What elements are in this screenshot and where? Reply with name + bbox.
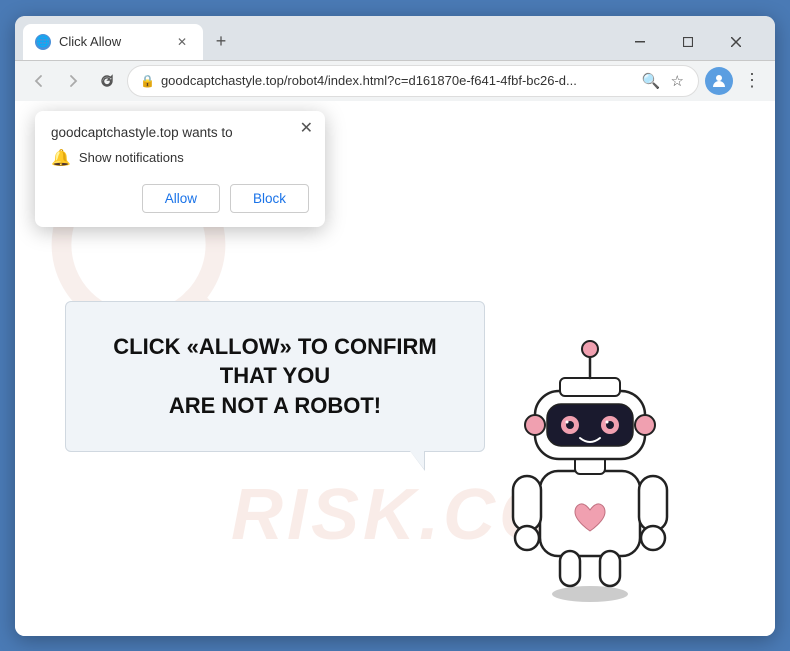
popup-notification-row: 🔔 Show notifications (51, 148, 309, 168)
new-tab-button[interactable]: + (207, 28, 235, 56)
notification-popup: ✕ goodcaptchastyle.top wants to 🔔 Show n… (35, 111, 325, 227)
popup-close-button[interactable]: ✕ (300, 121, 313, 137)
bell-icon: 🔔 (51, 148, 71, 168)
address-right-icons: 🔍 ☆ (640, 70, 686, 92)
profile-button[interactable] (705, 67, 733, 95)
address-box[interactable]: 🔒 goodcaptchastyle.top/robot4/index.html… (127, 65, 699, 97)
window-controls (617, 28, 759, 56)
robot-illustration (485, 316, 695, 596)
popup-notification-text: Show notifications (79, 150, 184, 165)
popup-title: goodcaptchastyle.top wants to (51, 125, 309, 140)
tab-favicon: 🌐 (35, 34, 51, 50)
maximize-button[interactable] (665, 28, 711, 56)
browser-window: 🌐 Click Allow ✕ + (15, 16, 775, 636)
tab-close-button[interactable]: ✕ (173, 33, 191, 51)
address-text: goodcaptchastyle.top/robot4/index.html?c… (161, 73, 634, 88)
address-bar-row: 🔒 goodcaptchastyle.top/robot4/index.html… (15, 60, 775, 101)
star-icon[interactable]: ☆ (669, 70, 686, 92)
page-content: RISK.CO ✕ goodcaptchastyle.top wants to … (15, 101, 775, 636)
close-button[interactable] (713, 28, 759, 56)
content-area: RISK.CO ✕ goodcaptchastyle.top wants to … (15, 101, 775, 636)
main-heading: CLICK «ALLOW» TO CONFIRM THAT YOU ARE NO… (106, 332, 444, 421)
title-bar: 🌐 Click Allow ✕ + (15, 16, 775, 60)
tab-title: Click Allow (59, 34, 165, 49)
chrome-header: 🌐 Click Allow ✕ + (15, 16, 775, 101)
menu-button[interactable]: ⋮ (739, 68, 765, 93)
minimize-button[interactable] (617, 28, 663, 56)
search-icon[interactable]: 🔍 (640, 70, 663, 92)
back-button[interactable] (25, 67, 53, 95)
forward-button[interactable] (59, 67, 87, 95)
popup-buttons: Allow Block (51, 184, 309, 213)
allow-button[interactable]: Allow (142, 184, 220, 213)
main-text-box: CLICK «ALLOW» TO CONFIRM THAT YOU ARE NO… (65, 301, 485, 452)
lock-icon: 🔒 (140, 74, 155, 88)
active-tab[interactable]: 🌐 Click Allow ✕ (23, 24, 203, 60)
refresh-button[interactable] (93, 67, 121, 95)
block-button[interactable]: Block (230, 184, 309, 213)
